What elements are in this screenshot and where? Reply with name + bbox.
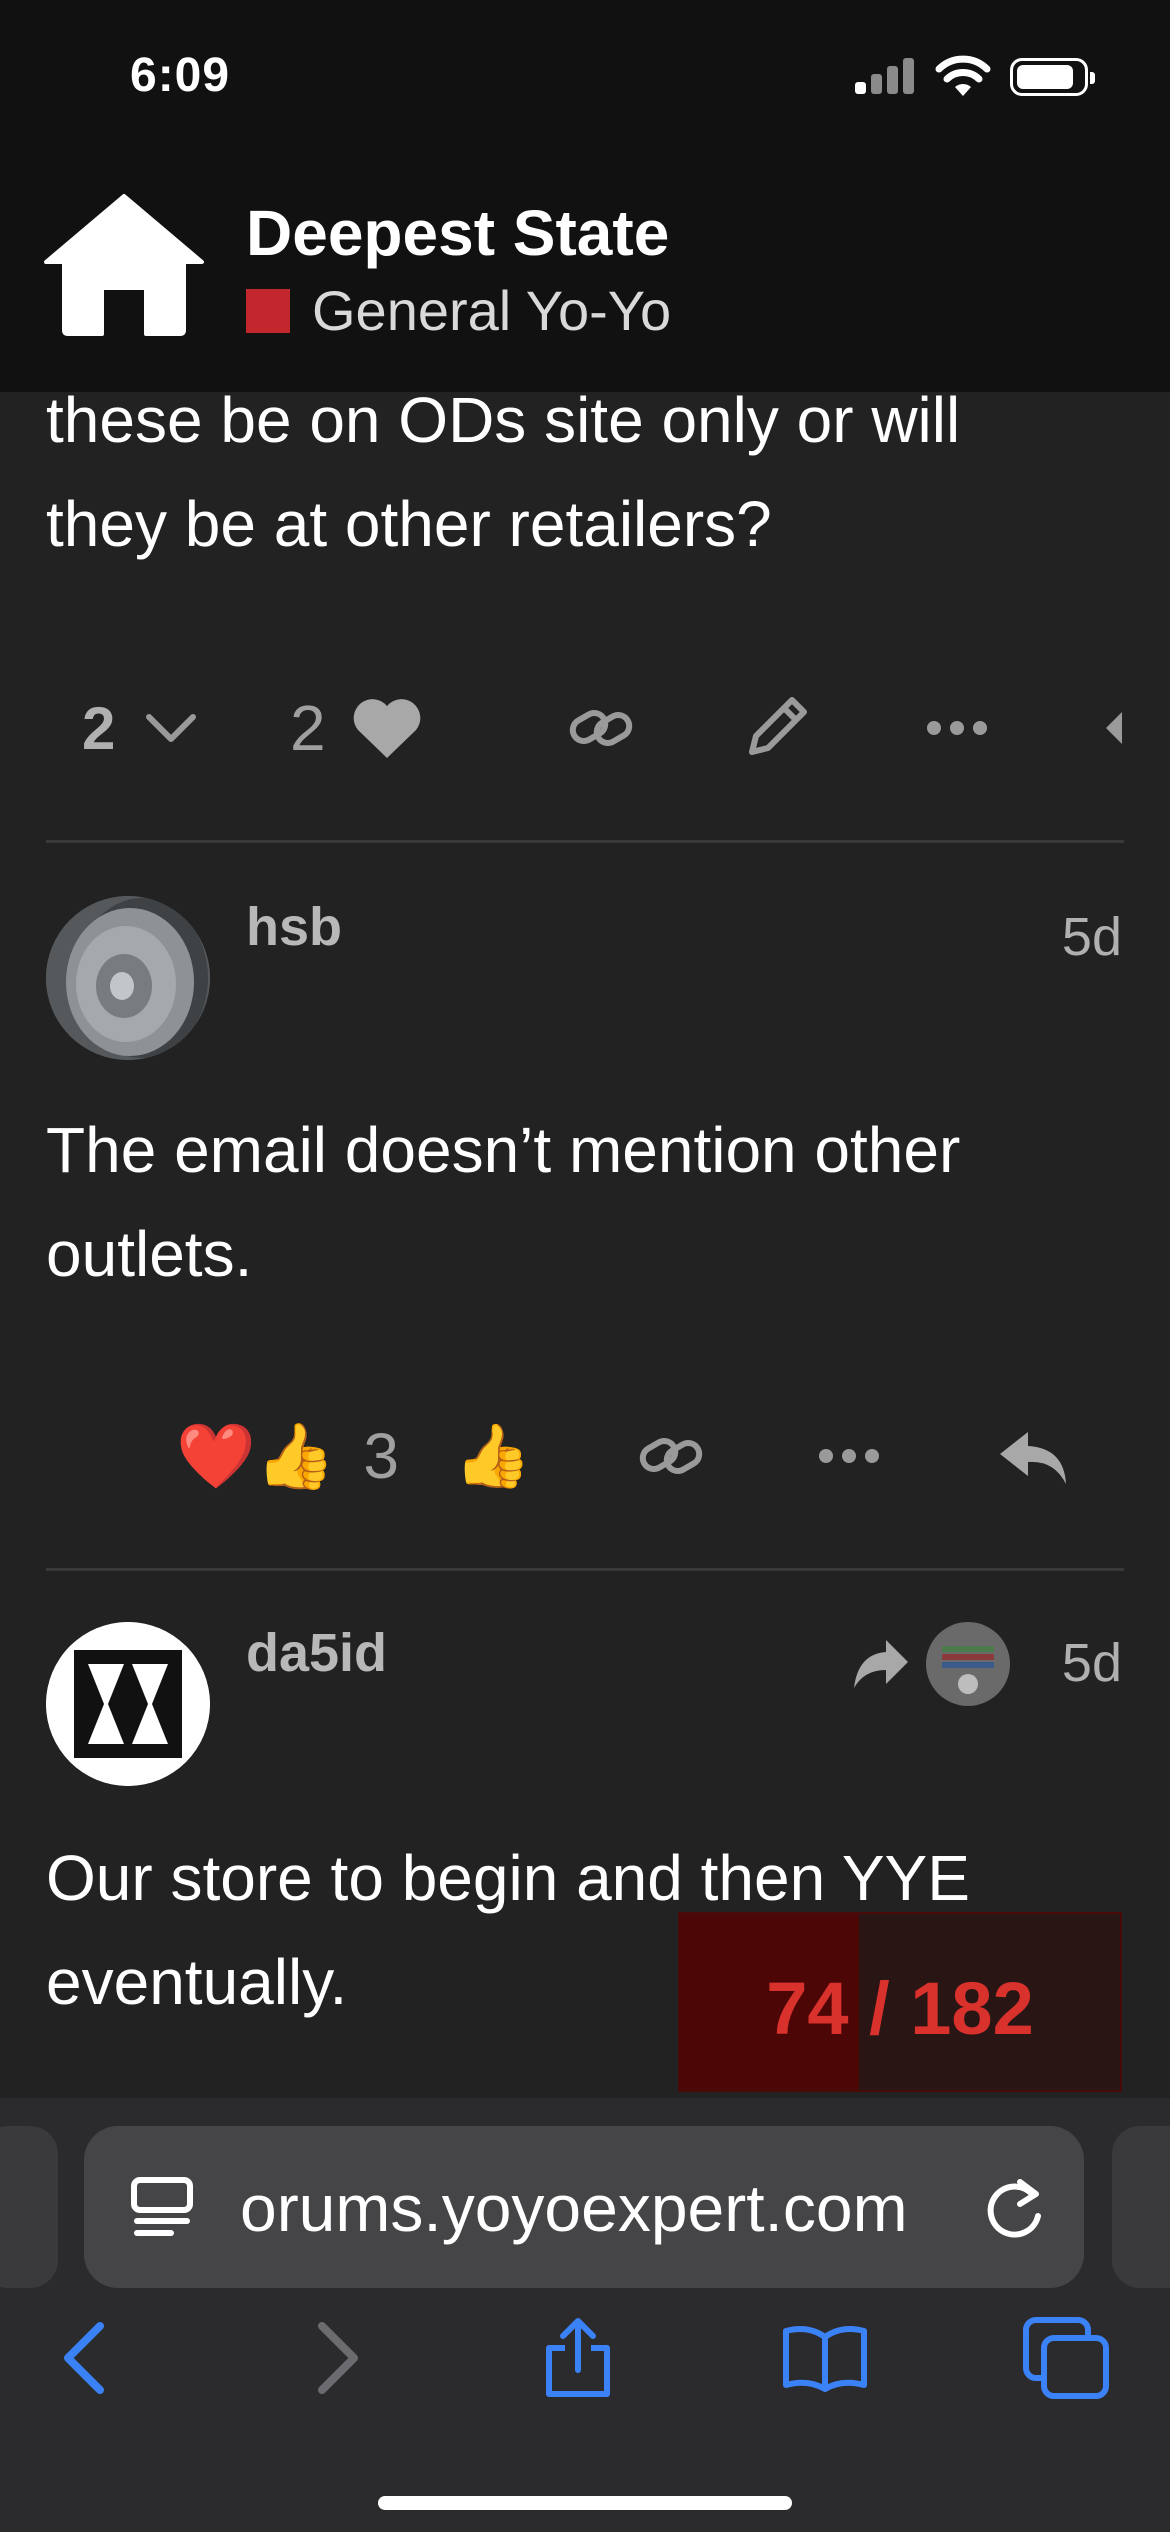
post-text-line: The email doesn’t mention other <box>46 1114 961 1186</box>
chevron-left-icon <box>64 2322 104 2394</box>
link-icon <box>569 710 633 746</box>
post-divider <box>46 840 1124 843</box>
battery-icon <box>1010 58 1095 96</box>
yoyo-avatar-icon <box>46 896 210 1060</box>
wifi-icon <box>935 55 991 96</box>
avatar[interactable] <box>46 1622 210 1786</box>
chevron-right-icon <box>318 2322 358 2394</box>
progress-total: 182 <box>910 1967 1034 2050</box>
address-bar[interactable]: orums.yoyoexpert.com <box>84 2126 1084 2288</box>
reader-mode-icon[interactable] <box>128 2174 196 2242</box>
home-indicator <box>378 2496 792 2510</box>
edit-button[interactable] <box>742 686 814 766</box>
quick-react-button[interactable]: 👍 <box>454 1408 531 1504</box>
progress-separator: / <box>848 1967 911 2050</box>
reply-arrow-icon <box>1000 1432 1066 1484</box>
progress-label: 74 / 182 <box>680 1966 1120 2051</box>
home-icon[interactable] <box>42 190 206 336</box>
cellular-signal-icon <box>855 58 915 94</box>
link-icon <box>639 1438 703 1474</box>
url-text[interactable]: orums.yoyoexpert.com <box>240 2170 908 2246</box>
post-actions: 2 2 <box>46 668 1124 788</box>
like-count: 2 <box>290 692 326 764</box>
post-text-line: outlets. <box>46 1218 253 1290</box>
previous-tab-preview[interactable] <box>0 2126 58 2288</box>
reply-button[interactable] <box>1104 704 1124 752</box>
chevron-down-icon <box>146 714 197 742</box>
status-bar: 6:09 <box>0 0 1170 160</box>
reactions-summary[interactable]: ❤️👍 3 <box>176 1408 399 1504</box>
category-label: General Yo-Yo <box>312 279 672 342</box>
topic-progress[interactable]: 74 / 182 <box>678 1912 1122 2092</box>
logo-avatar-icon <box>46 1622 210 1786</box>
post-body: The email doesn’t mention other outlets. <box>46 1098 1106 1306</box>
post-timestamp[interactable]: 5d <box>1062 1632 1122 1694</box>
site-title[interactable]: Deepest State <box>246 196 669 270</box>
post-timestamp[interactable]: 5d <box>1062 906 1122 968</box>
book-icon <box>783 2326 867 2392</box>
pencil-icon <box>749 697 807 755</box>
more-options-button[interactable] <box>926 688 988 768</box>
forum-header: Deepest State General Yo-Yo <box>0 160 1170 392</box>
more-options-button[interactable] <box>818 1416 880 1496</box>
status-time: 6:09 <box>130 49 231 102</box>
like-button[interactable]: 2 <box>290 688 424 768</box>
post-actions: ❤️👍 3 👍 <box>46 1396 1124 1516</box>
category-link[interactable]: General Yo-Yo <box>246 278 671 343</box>
tabs-icon <box>1023 2317 1109 2399</box>
heart-icon <box>353 699 420 758</box>
forward-button[interactable] <box>298 2316 378 2400</box>
share-arrow-icon <box>854 1640 908 1688</box>
reaction-emojis: ❤️👍 <box>176 1419 336 1494</box>
replies-toggle[interactable]: 2 <box>82 688 197 768</box>
reaction-count: 3 <box>363 1420 399 1492</box>
reply-count: 2 <box>82 694 116 762</box>
back-button[interactable] <box>44 2316 124 2400</box>
share-button[interactable] <box>538 2316 618 2400</box>
post-text-line: they be at other retailers? <box>46 488 772 560</box>
post-body: these be on ODs site only or will they b… <box>46 368 1106 576</box>
reply-to-avatar <box>926 1622 1010 1706</box>
avatar[interactable] <box>46 896 210 1060</box>
reply-button[interactable] <box>996 1418 1070 1498</box>
thumbs-up-icon: 👍 <box>454 1419 532 1492</box>
copy-link-button[interactable] <box>566 688 636 768</box>
bookmarks-button[interactable] <box>780 2316 870 2400</box>
tabs-button[interactable] <box>1022 2316 1112 2400</box>
ellipsis-icon <box>819 1449 879 1463</box>
username[interactable]: da5id <box>246 1622 387 1684</box>
reply-arrow-icon <box>1106 712 1122 744</box>
post-text-line: these be on ODs site only or will <box>46 384 961 456</box>
username[interactable]: hsb <box>246 896 342 958</box>
progress-current: 74 <box>766 1967 849 2050</box>
next-tab-preview[interactable] <box>1112 2126 1170 2288</box>
reply-to-indicator[interactable] <box>850 1620 1012 1706</box>
post-divider <box>46 1568 1124 1571</box>
reload-icon[interactable] <box>984 2176 1048 2240</box>
share-icon <box>546 2318 610 2397</box>
ellipsis-icon <box>927 721 987 735</box>
copy-link-button[interactable] <box>636 1416 706 1496</box>
category-color-badge <box>246 288 290 333</box>
